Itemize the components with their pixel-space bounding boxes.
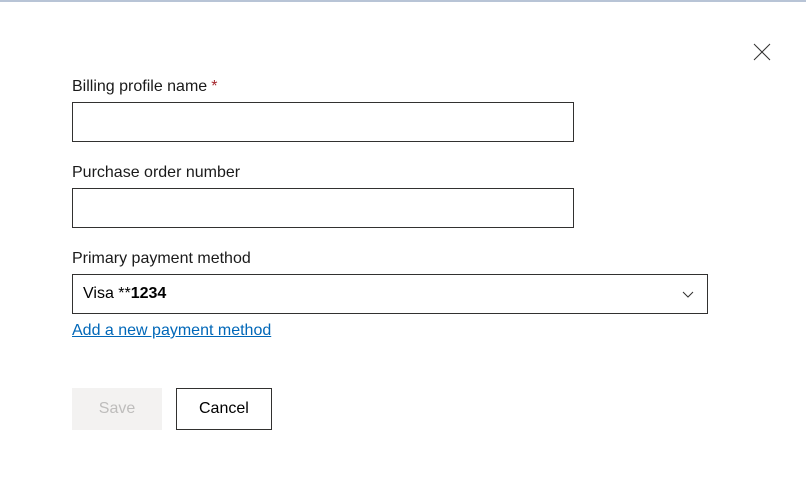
add-payment-method-link[interactable]: Add a new payment method [72, 322, 271, 340]
cancel-button[interactable]: Cancel [176, 388, 272, 430]
required-marker: * [211, 78, 217, 95]
billing-profile-group: Billing profile name* [72, 78, 734, 142]
payment-method-group: Primary payment method Visa **1234 Add a… [72, 250, 734, 340]
button-row: Save Cancel [72, 388, 734, 430]
close-icon [752, 42, 772, 62]
purchase-order-group: Purchase order number [72, 164, 734, 228]
billing-profile-label: Billing profile name* [72, 78, 734, 96]
billing-profile-input[interactable] [72, 102, 574, 142]
payment-method-dropdown[interactable]: Visa **1234 [72, 274, 708, 314]
payment-method-selected: Visa **1234 [83, 285, 166, 303]
billing-form: Billing profile name* Purchase order num… [0, 2, 806, 430]
chevron-down-icon [681, 287, 695, 301]
save-button: Save [72, 388, 162, 430]
payment-method-label: Primary payment method [72, 250, 734, 268]
purchase-order-label: Purchase order number [72, 164, 734, 182]
close-button[interactable] [750, 40, 774, 64]
purchase-order-input[interactable] [72, 188, 574, 228]
